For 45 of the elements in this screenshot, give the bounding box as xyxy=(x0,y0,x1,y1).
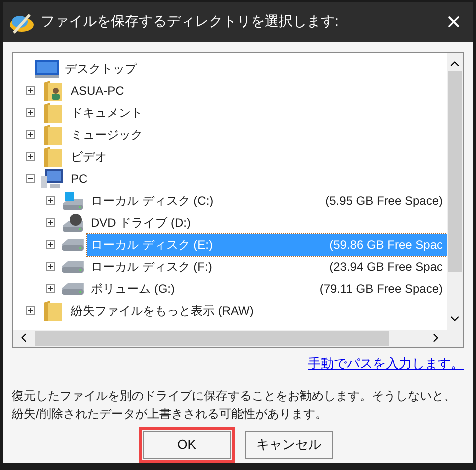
horizontal-scrollbar[interactable] xyxy=(13,330,463,346)
expand-icon[interactable] xyxy=(26,152,34,161)
monitor-icon xyxy=(35,60,59,78)
manual-path-link[interactable]: 手動でパスを入力します。 xyxy=(308,354,464,373)
tree-item[interactable]: ミュージック xyxy=(67,124,447,146)
expand-icon[interactable] xyxy=(46,218,54,227)
warning-message: 復元したファイルを別のドライブに保存することをお勧めします。そうしないと、紛失/削除されたデータが上書きされる可能性があります。 xyxy=(12,388,457,423)
tree-item[interactable]: ドキュメント xyxy=(67,102,447,124)
folder-icon xyxy=(43,300,63,322)
system-drive-icon xyxy=(62,192,84,210)
computer-icon xyxy=(41,168,65,190)
expand-icon[interactable] xyxy=(26,306,34,315)
free-space-text: (59.86 GB Free Spac xyxy=(328,236,443,254)
tree-item[interactable]: ローカル ディスク (F:) (23.94 GB Free Spac xyxy=(87,256,447,278)
folder-icon xyxy=(43,124,63,146)
expand-icon[interactable] xyxy=(46,284,54,293)
drive-icon xyxy=(62,238,84,250)
folder-icon xyxy=(43,146,63,168)
dialog-button[interactable]: OK xyxy=(143,431,231,459)
expand-icon[interactable] xyxy=(26,108,34,117)
free-space-text: (79.11 GB Free Space) xyxy=(318,280,443,298)
free-space-text: (5.95 GB Free Space) xyxy=(324,192,443,210)
expand-icon[interactable] xyxy=(26,86,34,95)
free-space-text: (23.94 GB Free Spac xyxy=(328,258,443,276)
tree-item[interactable]: ASUA-PC xyxy=(67,80,447,102)
drive-icon xyxy=(62,260,84,272)
vertical-scrollbar[interactable] xyxy=(447,52,463,330)
dialog-button[interactable]: キャンセル xyxy=(245,431,333,459)
tree-item[interactable]: PC xyxy=(67,168,447,190)
tree-item[interactable]: 紛失ファイルをもっと表示 (RAW) xyxy=(67,300,447,322)
user-folder-icon xyxy=(43,80,63,102)
tree-item[interactable]: ローカル ディスク (C:) (5.95 GB Free Space) xyxy=(87,190,447,212)
expand-icon[interactable] xyxy=(46,240,54,249)
drive-icon xyxy=(62,282,84,294)
collapse-icon[interactable] xyxy=(26,174,34,183)
dvd-drive-icon xyxy=(62,214,84,232)
tree-item[interactable]: DVD ドライブ (D:) xyxy=(87,212,447,234)
folder-icon xyxy=(43,102,63,124)
window-title: ファイルを保存するディレクトリを選択します: xyxy=(41,12,339,32)
tree-item[interactable]: ビデオ xyxy=(67,146,447,168)
expand-icon[interactable] xyxy=(26,130,34,139)
tree-item[interactable]: ボリューム (G:) (79.11 GB Free Space) xyxy=(87,278,447,300)
expand-icon[interactable] xyxy=(46,262,54,271)
expand-icon[interactable] xyxy=(46,196,54,205)
tree-item[interactable]: デスクトップ xyxy=(61,58,447,80)
